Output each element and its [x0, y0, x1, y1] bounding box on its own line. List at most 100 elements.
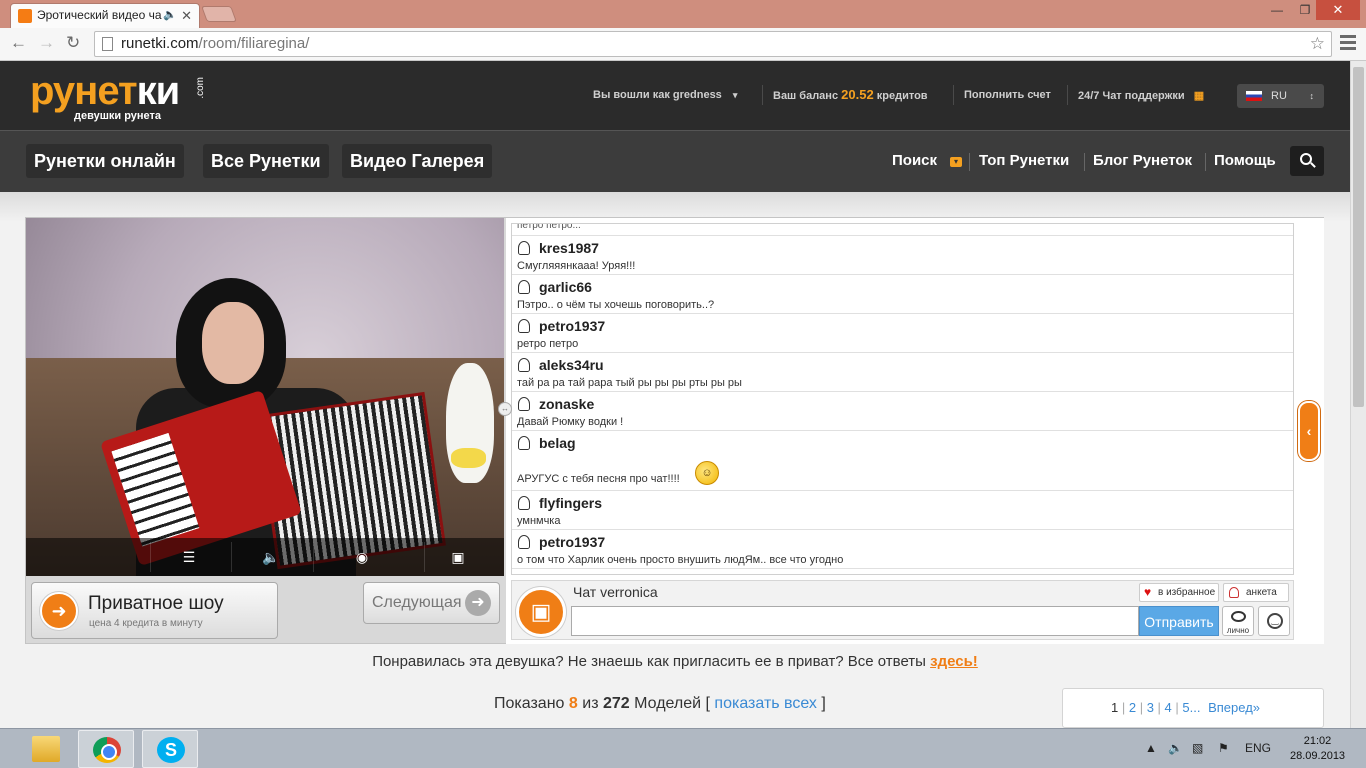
private-message-button[interactable]: лично: [1222, 606, 1254, 636]
taskbar-chrome[interactable]: [78, 730, 134, 768]
support-link[interactable]: 24/7 Чат поддержки ▦: [1078, 89, 1204, 102]
user-icon: [518, 319, 530, 333]
eye-icon[interactable]: ◉: [342, 538, 382, 576]
arrow-right-icon: ➜: [465, 590, 491, 616]
next-label: Следующая: [372, 594, 462, 611]
network-icon[interactable]: ▧: [1192, 741, 1203, 755]
video-stream[interactable]: ☰ 🔈 ◉ ▣: [26, 218, 504, 576]
action-center-icon[interactable]: ⚑: [1218, 741, 1229, 755]
nav-video-gallery[interactable]: Видео Галерея: [342, 144, 493, 178]
taskbar-explorer[interactable]: [18, 730, 74, 768]
chat-message: petro1937 о том что Харлик очень просто …: [512, 530, 1293, 569]
user-menu[interactable]: Вы вошли как gredness ▾: [593, 89, 737, 101]
windows-taskbar: S ▲ 🔈 ▧ ⚑ ENG 21:02 28.09.2013: [0, 728, 1366, 768]
tray-arrow-icon[interactable]: ▲: [1145, 741, 1157, 755]
nav-help[interactable]: Помощь: [1214, 152, 1276, 169]
chat-message: aleks34ru тай ра ра тай рара тый ры ры р…: [512, 353, 1293, 392]
message-nick[interactable]: garlic66: [539, 279, 592, 295]
clock[interactable]: 21:02 28.09.2013: [1290, 734, 1345, 764]
site-favicon-icon: [18, 9, 32, 23]
russia-flag-icon: [1246, 91, 1262, 101]
private-show-title: Приватное шоу: [88, 593, 224, 614]
bookmark-star-icon[interactable]: ☆: [1310, 32, 1325, 56]
user-icon: [518, 535, 530, 549]
nav-top-runetki[interactable]: Топ Рунетки: [979, 152, 1069, 169]
logo-text-bold: ки: [136, 69, 181, 113]
show-all-link[interactable]: показать всех: [714, 695, 817, 712]
message-nick[interactable]: petro1937: [539, 534, 605, 550]
balance-display: Ваш баланс 20.52 кредитов: [773, 87, 928, 102]
page-scrollbar[interactable]: [1350, 61, 1366, 728]
fullscreen-icon[interactable]: ▣: [438, 538, 478, 576]
search-button[interactable]: [1290, 146, 1324, 176]
shown-suffix: Моделей [: [634, 695, 710, 712]
partial-message: петро петро...: [512, 224, 1293, 236]
volume-icon[interactable]: 🔈: [251, 538, 291, 576]
browser-tab[interactable]: Эротический видео ча 🔈 ✕: [10, 3, 200, 28]
minimize-button[interactable]: —: [1262, 0, 1292, 20]
message-nick[interactable]: kres1987: [539, 240, 599, 256]
page-link[interactable]: 2: [1129, 700, 1136, 715]
skype-icon: S: [157, 737, 185, 763]
window-close-button[interactable]: ✕: [1316, 0, 1360, 20]
message-text: АРУГУС с тебя песня про чат!!!!: [517, 473, 680, 485]
message-nick[interactable]: petro1937: [539, 318, 605, 334]
back-icon[interactable]: ←: [10, 33, 27, 53]
input-language[interactable]: ENG: [1245, 741, 1271, 755]
resize-handle-icon[interactable]: ↔: [498, 402, 512, 416]
volume-tray-icon[interactable]: 🔈: [1168, 741, 1183, 755]
message-text: Смугляяянкааа! Уряя!!!: [517, 260, 636, 272]
message-text: о том что Харлик очень просто внушить лю…: [517, 554, 844, 566]
nav-runetki-online[interactable]: Рунетки онлайн: [26, 144, 184, 178]
chat-form: ▣ Чат verronica ♥ в избранное анкета Отп…: [511, 580, 1294, 640]
page-link[interactable]: 5...: [1182, 700, 1200, 715]
favorites-label: в избранное: [1158, 587, 1216, 598]
address-bar[interactable]: runetki.com/room/filiaregina/ ☆: [94, 31, 1332, 57]
new-tab-button[interactable]: [201, 6, 237, 22]
send-button[interactable]: Отправить: [1139, 606, 1219, 636]
browser-menu-icon[interactable]: [1340, 35, 1356, 53]
language-select[interactable]: RU ↕: [1237, 84, 1324, 108]
next-model-button[interactable]: Следующая ➜: [363, 582, 500, 624]
browser-toolbar: ← → ↻ runetki.com/room/filiaregina/ ☆: [0, 28, 1366, 61]
answers-link[interactable]: здесь!: [930, 653, 978, 670]
message-nick[interactable]: flyfingers: [539, 495, 602, 511]
message-nick[interactable]: zonaske: [539, 396, 594, 412]
nav-blog[interactable]: Блог Рунеток: [1093, 152, 1192, 169]
thinking-smiley-icon: ☺: [695, 461, 719, 485]
next-page-link[interactable]: Вперед»: [1208, 700, 1260, 715]
maximize-button[interactable]: ❐: [1292, 0, 1318, 20]
chat-message: petro1937 ретро петро: [512, 314, 1293, 353]
add-to-favorites-button[interactable]: ♥ в избранное: [1139, 583, 1219, 602]
side-panel-toggle[interactable]: ‹: [1298, 401, 1320, 461]
message-nick[interactable]: belag: [539, 435, 576, 451]
page-link[interactable]: 4: [1165, 700, 1172, 715]
taskbar-skype[interactable]: S: [142, 730, 198, 768]
user-icon: [518, 397, 530, 411]
video-controls: ☰ 🔈 ◉ ▣: [26, 538, 504, 576]
topup-link[interactable]: Пополнить счет: [964, 89, 1051, 101]
chat-input[interactable]: [571, 606, 1139, 636]
shown-close: ]: [821, 695, 826, 712]
nav-search[interactable]: Поиск: [892, 152, 937, 169]
emoji-button[interactable]: ‿: [1258, 606, 1290, 636]
site-logo[interactable]: рунетки девушки рунета .com: [30, 69, 206, 122]
reload-icon[interactable]: ↻: [66, 33, 80, 53]
message-text: ретро петро: [517, 338, 579, 350]
forward-icon[interactable]: →: [38, 33, 55, 53]
gift-icon[interactable]: ▣: [516, 587, 566, 637]
logo-text: рунет: [30, 69, 138, 113]
chat-messages[interactable]: петро петро... kres1987 Смугляяянкааа! У…: [511, 223, 1294, 575]
private-show-button[interactable]: ➜ Приватное шоу цена 4 кредита в минуту: [31, 582, 278, 639]
balance-value: 20.52: [841, 87, 874, 102]
chat-message: flyfingers умнмчка: [512, 491, 1293, 530]
message-nick[interactable]: aleks34ru: [539, 357, 604, 373]
page-link[interactable]: 1: [1111, 700, 1118, 715]
profile-button[interactable]: анкета: [1223, 583, 1289, 602]
message-text: Давай Рюмку водки !: [517, 416, 624, 428]
search-dropdown-icon[interactable]: ▾: [950, 157, 962, 167]
page-link[interactable]: 3: [1147, 700, 1154, 715]
equalizer-icon[interactable]: ☰: [169, 538, 209, 576]
nav-all-runetki[interactable]: Все Рунетки: [203, 144, 329, 178]
tab-close-icon[interactable]: ✕: [181, 4, 192, 27]
